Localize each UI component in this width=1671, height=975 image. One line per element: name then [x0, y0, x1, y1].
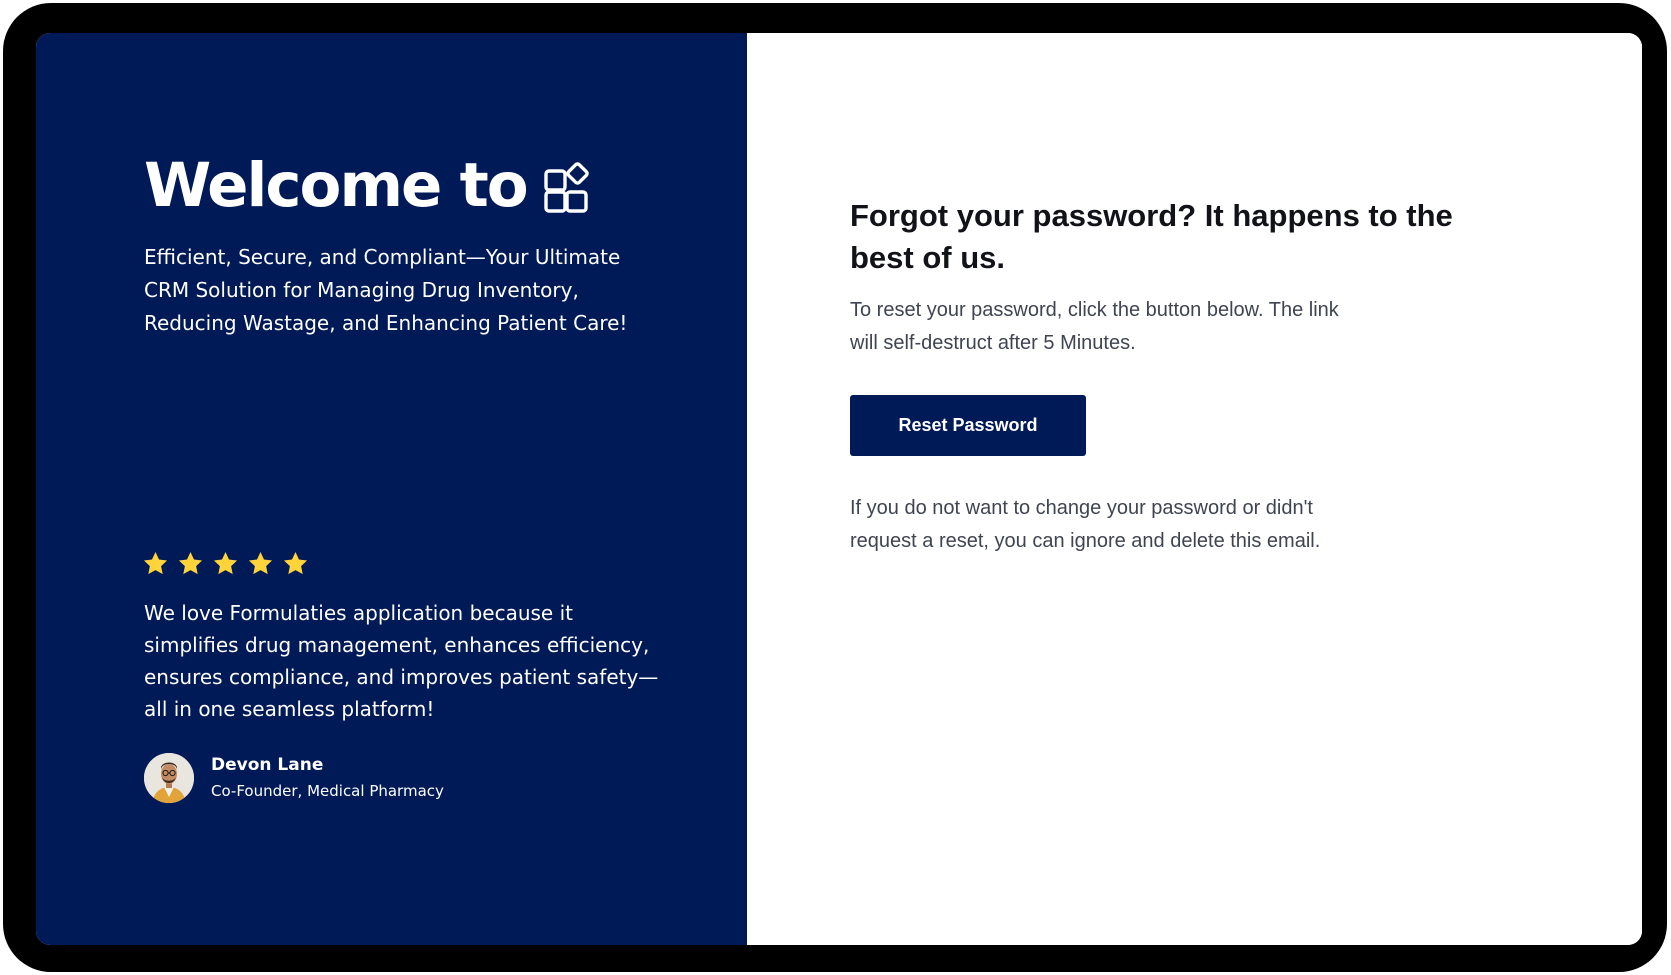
testimonial-quote: We love Formulaties application because …	[144, 601, 659, 721]
star-icon	[213, 552, 238, 575]
rating-stars	[142, 550, 309, 577]
welcome-title: Welcome to	[144, 150, 529, 221]
email-screen: Welcome to Efficient, Secure, and Compli…	[36, 33, 1642, 945]
person-avatar	[144, 753, 194, 803]
device-frame: Welcome to Efficient, Secure, and Compli…	[3, 3, 1667, 972]
welcome-heading-row: Welcome to	[144, 155, 595, 216]
star-icon	[248, 552, 273, 575]
testimonial-author: Devon Lane Co-Founder, Medical Pharmacy	[144, 753, 444, 803]
star-icon	[143, 552, 168, 575]
avatar	[144, 753, 194, 803]
reset-description: To reset your password, click the button…	[850, 299, 1339, 354]
reset-password-button[interactable]: Reset Password	[850, 395, 1086, 456]
welcome-tagline: Efficient, Secure, and Compliant—Your Ul…	[144, 245, 628, 335]
author-role: Co-Founder, Medical Pharmacy	[211, 782, 444, 800]
star-icon	[283, 552, 308, 575]
star-icon	[178, 552, 203, 575]
author-name: Devon Lane	[211, 755, 324, 775]
app-grid-logo-icon	[544, 161, 589, 213]
reset-heading: Forgot your password? It happens to the …	[850, 198, 1453, 275]
welcome-panel: Welcome to Efficient, Secure, and Compli…	[36, 33, 747, 945]
ignore-note: If you do not want to change your passwo…	[850, 497, 1321, 552]
author-details: Devon Lane Co-Founder, Medical Pharmacy	[211, 754, 444, 802]
reset-panel: Forgot your password? It happens to the …	[747, 33, 1642, 945]
